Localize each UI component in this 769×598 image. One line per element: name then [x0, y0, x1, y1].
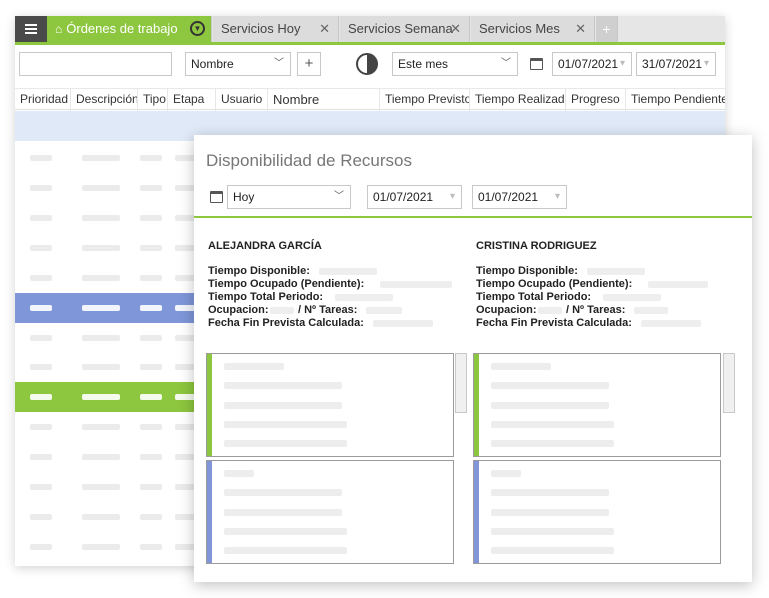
resource-label-fecha-fin: Fecha Fin Prevista Calculada:: [208, 317, 364, 329]
toolbar: Nombre ﹀ + Este mes ﹀ 01/07/2021 ▾ 31/07/20…: [15, 52, 725, 80]
resource-label-fecha-fin: Fecha Fin Prevista Calculada:: [476, 317, 632, 329]
resource-label-tiempo-ocupado: Tiempo Ocupado (Pendiente):: [476, 278, 633, 290]
chevron-down-icon: ﹀: [274, 58, 284, 69]
resource-label-tiempo-total: Tiempo Total Periodo:: [476, 291, 592, 303]
resource-label-num-tareas: / Nº Tareas:: [566, 304, 626, 316]
dialog-period-select[interactable]: Hoy ﹀: [227, 185, 351, 209]
period-select[interactable]: Este mes ﹀: [392, 52, 518, 76]
resource-name: CRISTINA RODRIGUEZ: [476, 240, 597, 252]
column-header-etapa[interactable]: Etapa: [168, 89, 216, 111]
search-input[interactable]: [19, 52, 172, 76]
resource-availability-dialog: Disponibilidad de Recursos Hoy ﹀ 01/07/20…: [194, 135, 752, 582]
hamburger-menu-button[interactable]: [15, 16, 47, 42]
close-icon[interactable]: ✕: [450, 16, 461, 42]
chevron-down-circle-icon[interactable]: ▼: [190, 21, 205, 36]
tab-ordenes-de-trabajo[interactable]: ⌂ Órdenes de trabajo ▼: [47, 16, 212, 45]
chevron-down-icon: ▾: [554, 191, 560, 202]
close-icon[interactable]: ✕: [575, 16, 586, 42]
task-card[interactable]: [206, 353, 454, 457]
contrast-icon[interactable]: [356, 53, 378, 75]
date-from-field[interactable]: 01/07/2021 ▾: [552, 52, 632, 76]
resource-label-tiempo-disponible: Tiempo Disponible:: [208, 265, 310, 277]
field-select[interactable]: Nombre ﹀: [185, 52, 291, 76]
column-header-progreso[interactable]: Progreso: [566, 89, 626, 111]
tab-servicios-mes[interactable]: Servicios Mes ✕: [471, 16, 595, 42]
column-header-tiempo-realizado[interactable]: Tiempo Realizado: [470, 89, 566, 111]
date-to-field[interactable]: 31/07/2021 ▾: [636, 52, 716, 76]
column-header-descripcion[interactable]: Descripción: [71, 89, 138, 111]
resource-label-tiempo-ocupado: Tiempo Ocupado (Pendiente):: [208, 278, 365, 290]
column-header-tiempo-previsto[interactable]: Tiempo Previsto: [380, 89, 470, 111]
resource-label-tiempo-disponible: Tiempo Disponible:: [476, 265, 578, 277]
resource-label-ocupacion: Ocupacion:: [208, 304, 269, 316]
tab-bar: ⌂ Órdenes de trabajo ▼ Servicios Hoy ✕ Ser…: [15, 16, 725, 45]
task-card[interactable]: [206, 460, 454, 564]
dialog-separator: [194, 216, 752, 218]
add-button[interactable]: +: [297, 52, 321, 76]
resource-label-num-tareas: / Nº Tareas:: [298, 304, 358, 316]
add-tab-button[interactable]: +: [596, 16, 618, 42]
resource-name: ALEJANDRA GARCÍA: [208, 240, 322, 252]
column-header-usuario[interactable]: Usuario: [216, 89, 268, 111]
column-header-tipo[interactable]: Tipo: [138, 89, 168, 111]
scrollbar-thumb[interactable]: [455, 353, 467, 413]
chevron-down-icon: ﹀: [501, 58, 511, 69]
calendar-icon[interactable]: [530, 58, 543, 70]
calendar-icon[interactable]: [210, 191, 223, 203]
task-card[interactable]: [473, 353, 721, 457]
scrollbar-thumb[interactable]: [723, 353, 735, 413]
close-icon[interactable]: ✕: [319, 16, 330, 42]
column-header-nombre[interactable]: Nombre: [268, 89, 380, 111]
chevron-down-icon: ▾: [703, 58, 709, 69]
chevron-down-icon: ▾: [449, 191, 455, 202]
resource-label-ocupacion: Ocupacion:: [476, 304, 537, 316]
column-header-prioridad[interactable]: Prioridad: [15, 89, 71, 111]
chevron-down-icon: ▾: [619, 58, 625, 69]
tab-servicios-hoy[interactable]: Servicios Hoy ✕: [213, 16, 339, 42]
tab-underline: [15, 42, 725, 45]
chevron-down-icon: ﹀: [334, 191, 344, 202]
resource-label-tiempo-total: Tiempo Total Periodo:: [208, 291, 324, 303]
task-card[interactable]: [473, 460, 721, 564]
grid-header: Prioridad Descripción Tipo Etapa Usuario…: [15, 88, 725, 111]
dialog-title: Disponibilidad de Recursos: [206, 151, 413, 170]
dialog-date-to-field[interactable]: 01/07/2021 ▾: [472, 185, 567, 209]
column-header-tiempo-pendiente[interactable]: Tiempo Pendiente: [626, 89, 725, 111]
dialog-date-from-field[interactable]: 01/07/2021 ▾: [367, 185, 462, 209]
hamburger-icon: [25, 28, 37, 30]
tab-servicios-semana[interactable]: Servicios Semana ✕: [340, 16, 470, 42]
home-icon: ⌂: [55, 22, 63, 36]
